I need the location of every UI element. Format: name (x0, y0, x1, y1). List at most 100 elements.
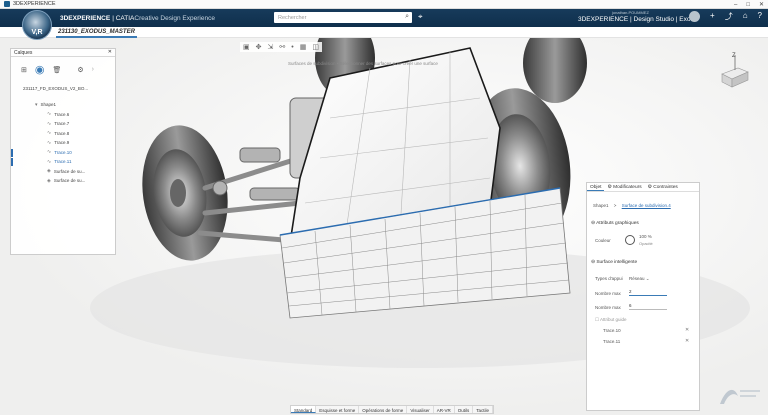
smart-surface-section[interactable]: ⊖ Surface intelligente (591, 260, 637, 265)
command-hint: Surfaces de subdivision • Sélectionner d… (288, 61, 438, 66)
plus-icon[interactable]: + (710, 11, 715, 22)
share-icon[interactable]: ⤴ (725, 11, 733, 22)
point-icon[interactable]: • (291, 44, 293, 51)
section-tab[interactable]: Tactile (473, 406, 494, 413)
app-title[interactable]: 3DEXPERIENCE | Design Studio | Exo... (578, 16, 696, 23)
breadcrumb-separator: > (613, 203, 617, 208)
graphics-section-label: Attributs graphiques (596, 221, 639, 226)
section-tab[interactable]: Opérations de forme (359, 406, 408, 413)
surface-icon: ◈ (47, 168, 51, 175)
layers-toolbar: ⊞ ◉ 🗑 ⚙ › (21, 63, 94, 76)
tree-item[interactable]: ∿ Trace.7 (11, 119, 115, 129)
trace-icon: ∿ (47, 120, 52, 127)
link-icon[interactable]: ⚯ (279, 43, 285, 51)
compass-icon[interactable]: V,R (22, 10, 52, 40)
nmin-input[interactable]: 6 (629, 303, 667, 310)
tab-constraints[interactable]: ⚙ Contraintes (645, 183, 681, 191)
selection-marker (11, 148, 13, 157)
tab-modifiers-label: Modificateurs (613, 185, 642, 190)
search-input[interactable]: Rechercher ⌕ (274, 12, 412, 23)
section-tab[interactable]: Standard (291, 406, 317, 413)
search-placeholder: Rechercher (278, 14, 307, 21)
new-layer-icon[interactable]: ⊞ (21, 66, 27, 74)
mesh-icon[interactable]: ▦ (300, 43, 307, 51)
tree-item-label: Trace.9 (54, 140, 70, 146)
layers-tree: ▾ Shape1 ∿ Trace.6 ∿ Trace.7 ∿ Trace.8 ∿ Trace.9 ∿… (11, 100, 115, 186)
graphics-section[interactable]: ⊖ Attributs graphiques (591, 221, 639, 226)
breadcrumb-leaf[interactable]: Surface de subdivision.4 (622, 203, 671, 208)
layers-panel-title: Calques (14, 50, 33, 56)
tree-item-label: Trace.7 (54, 121, 70, 127)
layer-file-name: 231117_FD_EXODUS_V2_BO... (23, 86, 89, 91)
chevron-right-icon[interactable]: › (92, 66, 94, 73)
maximize-button[interactable]: □ (746, 2, 750, 8)
move-icon[interactable]: ✥ (256, 43, 262, 51)
support-type-select[interactable]: Réseau ⌄ (629, 276, 650, 282)
tab-object[interactable]: Objet (587, 183, 605, 191)
help-icon[interactable]: ? (758, 11, 762, 22)
avatar[interactable] (689, 11, 701, 22)
remove-trace-icon[interactable]: ✕ (685, 327, 689, 333)
tree-item-label: Trace.11 (54, 159, 72, 165)
trace-item[interactable]: Trace.10 (603, 328, 621, 333)
tree-item[interactable]: ∿ Trace.9 (11, 138, 115, 148)
tag-icon[interactable]: ⌖ (418, 12, 423, 22)
minimize-button[interactable]: – (734, 2, 737, 8)
view-toolbar: ▣ ✥ ⇲ ⚯ • ▦ ◫ (240, 42, 322, 52)
guide-attribute-label: Attribut guide (600, 317, 627, 322)
brand: 3DEXPERIENCE | CATIA Creative Design Exp… (60, 9, 215, 27)
surface-icon: ◈ (47, 177, 51, 184)
section-tab[interactable]: Esquisse et forme (316, 406, 360, 413)
properties-tabs: Objet ⚙ Modificateurs ⚙ Contraintes (587, 183, 699, 192)
tree-item-label: Trace.6 (54, 111, 70, 117)
tree-item[interactable]: ◈ Surface de su... (11, 167, 115, 177)
layer-stack-icon[interactable]: ◉ (35, 63, 45, 76)
trace-icon: ∿ (47, 139, 52, 146)
tree-item[interactable]: ∿ Trace.11 (11, 157, 115, 167)
delete-icon[interactable]: 🗑 (52, 66, 61, 74)
brand-subtitle: Creative Design Experience (134, 14, 215, 22)
tree-item[interactable]: ∿ Trace.10 (11, 148, 115, 158)
close-button[interactable]: ✕ (759, 1, 764, 8)
tree-item[interactable]: ◈ Surface de su... (11, 176, 115, 186)
color-swatch[interactable] (625, 235, 635, 245)
tree-item[interactable]: ∿ Trace.6 (11, 110, 115, 120)
opacity-label: Opacité (639, 241, 653, 246)
window-controls: – □ ✕ (734, 0, 764, 9)
add-tab-button[interactable]: + (130, 28, 134, 35)
pan-icon[interactable]: ⇲ (268, 43, 274, 51)
breadcrumb-root[interactable]: Shape1 (593, 203, 609, 208)
tree-item-label: Trace.8 (54, 130, 70, 136)
nmax-input[interactable]: 2 (629, 289, 667, 296)
layers-panel: Calques ✕ ⊞ ◉ 🗑 ⚙ › 231117_FD_EXODUS_V2_… (10, 48, 116, 255)
layers-panel-header: Calques ✕ (11, 49, 115, 57)
tree-item[interactable]: ▾ Shape1 (11, 100, 115, 110)
trace-item[interactable]: Trace.11 (603, 339, 620, 344)
selection-marker (11, 158, 13, 166)
color-label: Couleur (595, 238, 611, 243)
section-tab[interactable]: AR-VR (434, 406, 455, 413)
smart-surface-section-label: Surface intelligente (596, 260, 638, 265)
support-type-value: Réseau (629, 276, 645, 281)
tab-modifiers[interactable]: ⚙ Modificateurs (604, 183, 644, 191)
tree-item-label: Shape1 (40, 102, 57, 108)
home-icon[interactable]: ⌂ (743, 11, 748, 22)
opacity-value[interactable]: 100 % (639, 234, 652, 239)
search-icon[interactable]: ⌕ (405, 13, 409, 21)
axis-compass-icon[interactable]: Z (714, 52, 754, 92)
guide-attribute-checkbox[interactable]: ☐ Attribut guide (595, 317, 627, 323)
section-tab[interactable]: Outils (455, 406, 474, 413)
section-tabs: Standard Esquisse et forme Opérations de f… (290, 405, 495, 414)
cube-icon[interactable]: ◫ (312, 43, 319, 51)
tab-document[interactable]: 231130_EXODUS_MASTER (56, 28, 137, 38)
tree-item-label: Trace.10 (54, 149, 72, 155)
close-icon[interactable]: ✕ (108, 49, 112, 55)
dassault-logo (720, 389, 760, 404)
brand-name: 3DEXPERIENCE (60, 14, 111, 22)
select-icon[interactable]: ▣ (243, 43, 250, 51)
catia-app: 3DEXPERIENCE – □ ✕ V,R 3DEXPERIENCE | CA… (0, 0, 768, 415)
tree-item[interactable]: ∿ Trace.8 (11, 129, 115, 139)
section-tab[interactable]: Visualiser (407, 406, 434, 413)
remove-trace-icon[interactable]: ✕ (685, 338, 689, 344)
visibility-icon[interactable]: ⚙ (77, 66, 83, 74)
